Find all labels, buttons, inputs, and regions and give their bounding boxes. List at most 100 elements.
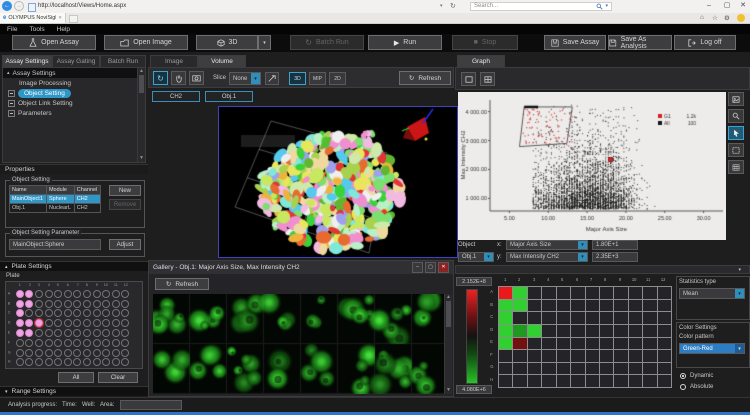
heatmap-cell[interactable] [614,375,627,387]
plate-well[interactable] [73,339,81,347]
heatmap-cell[interactable] [600,325,613,337]
gallery-minimize-button[interactable]: – [412,262,423,273]
heatmap-cell[interactable] [600,363,613,375]
dynamic-radio[interactable]: Dynamic [680,373,713,379]
window-maximize-button[interactable]: ▢ [720,1,734,11]
new-tab-button[interactable] [69,15,78,23]
view-3d-dropdown-button[interactable]: ▾ [258,35,271,50]
color-pattern-dropdown[interactable]: Green-Red▾ [679,343,745,354]
heatmap-cell[interactable] [571,287,584,299]
heatmap-cell[interactable] [614,325,627,337]
plate-well[interactable] [54,329,62,337]
new-button[interactable]: New [109,185,141,196]
plate-well[interactable] [93,309,101,317]
url-refresh-icon[interactable]: ↻ [450,2,456,10]
plate-well[interactable] [73,349,81,357]
heatmap-cell[interactable] [643,312,656,324]
gallery-refresh-button[interactable]: ↻ Refresh [155,278,209,290]
heatmap-cell[interactable] [542,312,555,324]
parameter-field[interactable]: MainObject:Sphere [9,239,101,250]
heatmap-cell[interactable] [513,300,526,312]
plate-well[interactable] [112,309,120,317]
plate-well[interactable] [121,319,129,327]
heatmap-cell[interactable] [528,287,541,299]
heatmap-cell[interactable] [586,287,599,299]
heatmap-cell[interactable] [658,350,671,362]
plate-well[interactable] [112,300,120,308]
plate-well[interactable] [25,309,33,317]
heatmap-cell[interactable] [557,350,570,362]
plate-well[interactable] [73,329,81,337]
avatar[interactable] [737,14,745,22]
plate-well[interactable] [35,290,43,298]
heatmap-cell[interactable] [513,338,526,350]
plate-well[interactable] [102,309,110,317]
plate-well[interactable] [102,339,110,347]
plate-well[interactable] [25,329,33,337]
gear-icon[interactable]: ⚙ [724,14,730,22]
heatmap-cell[interactable] [499,312,512,324]
heatmap-cell[interactable] [557,312,570,324]
heatmap-cell[interactable] [658,338,671,350]
plate-well[interactable] [45,290,53,298]
plate-well[interactable] [93,329,101,337]
plate-well[interactable] [83,329,91,337]
plate-all-button[interactable]: All [58,372,94,383]
plate-well[interactable] [83,339,91,347]
heatmap-cell[interactable] [643,287,656,299]
heatmap-cell[interactable] [643,338,656,350]
menu-help[interactable]: Help [57,26,70,33]
rotate-tool-button[interactable]: ↻ [153,71,168,85]
plate-well[interactable] [16,309,24,317]
heatmap-cell[interactable] [614,363,627,375]
heatmap-cell[interactable] [586,350,599,362]
progress-field[interactable] [120,400,182,410]
tree-item-image-processing[interactable]: Image Processing [3,78,145,88]
heatmap-cell[interactable] [557,300,570,312]
plate-well[interactable] [83,300,91,308]
tab-assay-settings[interactable]: Assay Settings [2,55,52,67]
open-image-button[interactable]: Open Image [104,35,188,50]
absolute-radio[interactable]: Absolute [680,384,713,390]
plate-well[interactable] [35,319,43,327]
tree-item-parameters[interactable]: Parameters [3,108,145,118]
plate-well[interactable] [35,300,43,308]
plate-well[interactable] [93,349,101,357]
url-text[interactable]: http://localhost/Views/Home.aspx [38,3,126,9]
heatmap-cell[interactable] [586,325,599,337]
heatmap-cell[interactable] [528,350,541,362]
heatmap-cell[interactable] [499,363,512,375]
plate-well[interactable] [102,358,110,366]
heatmap-cell[interactable] [600,350,613,362]
object-dropdown[interactable]: Obj.1▾ [458,252,494,262]
heatmap-cell[interactable] [542,325,555,337]
heatmap-cell[interactable] [658,300,671,312]
plate-well[interactable] [64,329,72,337]
heatmap-cell[interactable] [600,312,613,324]
plate-well[interactable] [35,329,43,337]
heatmap-cell[interactable] [658,312,671,324]
gallery-scrollbar[interactable]: ▲ ▼ [444,294,452,394]
back-button[interactable]: ← [2,1,12,11]
heatmap-cell[interactable] [629,338,642,350]
heatmap-cell[interactable] [586,300,599,312]
heatmap-cell[interactable] [499,325,512,337]
plate-well[interactable] [35,349,43,357]
heatmap-cell[interactable] [513,287,526,299]
range-settings-header[interactable]: ▾ Range Settings [0,386,148,396]
plate-well[interactable] [102,290,110,298]
gallery-thumbnails[interactable] [153,294,447,394]
plate-well[interactable] [45,300,53,308]
plate-well[interactable] [25,358,33,366]
heatmap-cell[interactable] [629,350,642,362]
single-chart-layout-button[interactable] [461,72,476,86]
plate-well[interactable] [16,358,24,366]
search-icon[interactable] [596,3,603,10]
heatmap-cell[interactable] [600,287,613,299]
heatmap-cell[interactable] [513,363,526,375]
heatmap-cell[interactable] [614,338,627,350]
plate-well[interactable] [45,309,53,317]
plate-well[interactable] [93,290,101,298]
remove-button[interactable]: Remove [109,199,141,210]
export-image-button[interactable] [728,92,744,106]
